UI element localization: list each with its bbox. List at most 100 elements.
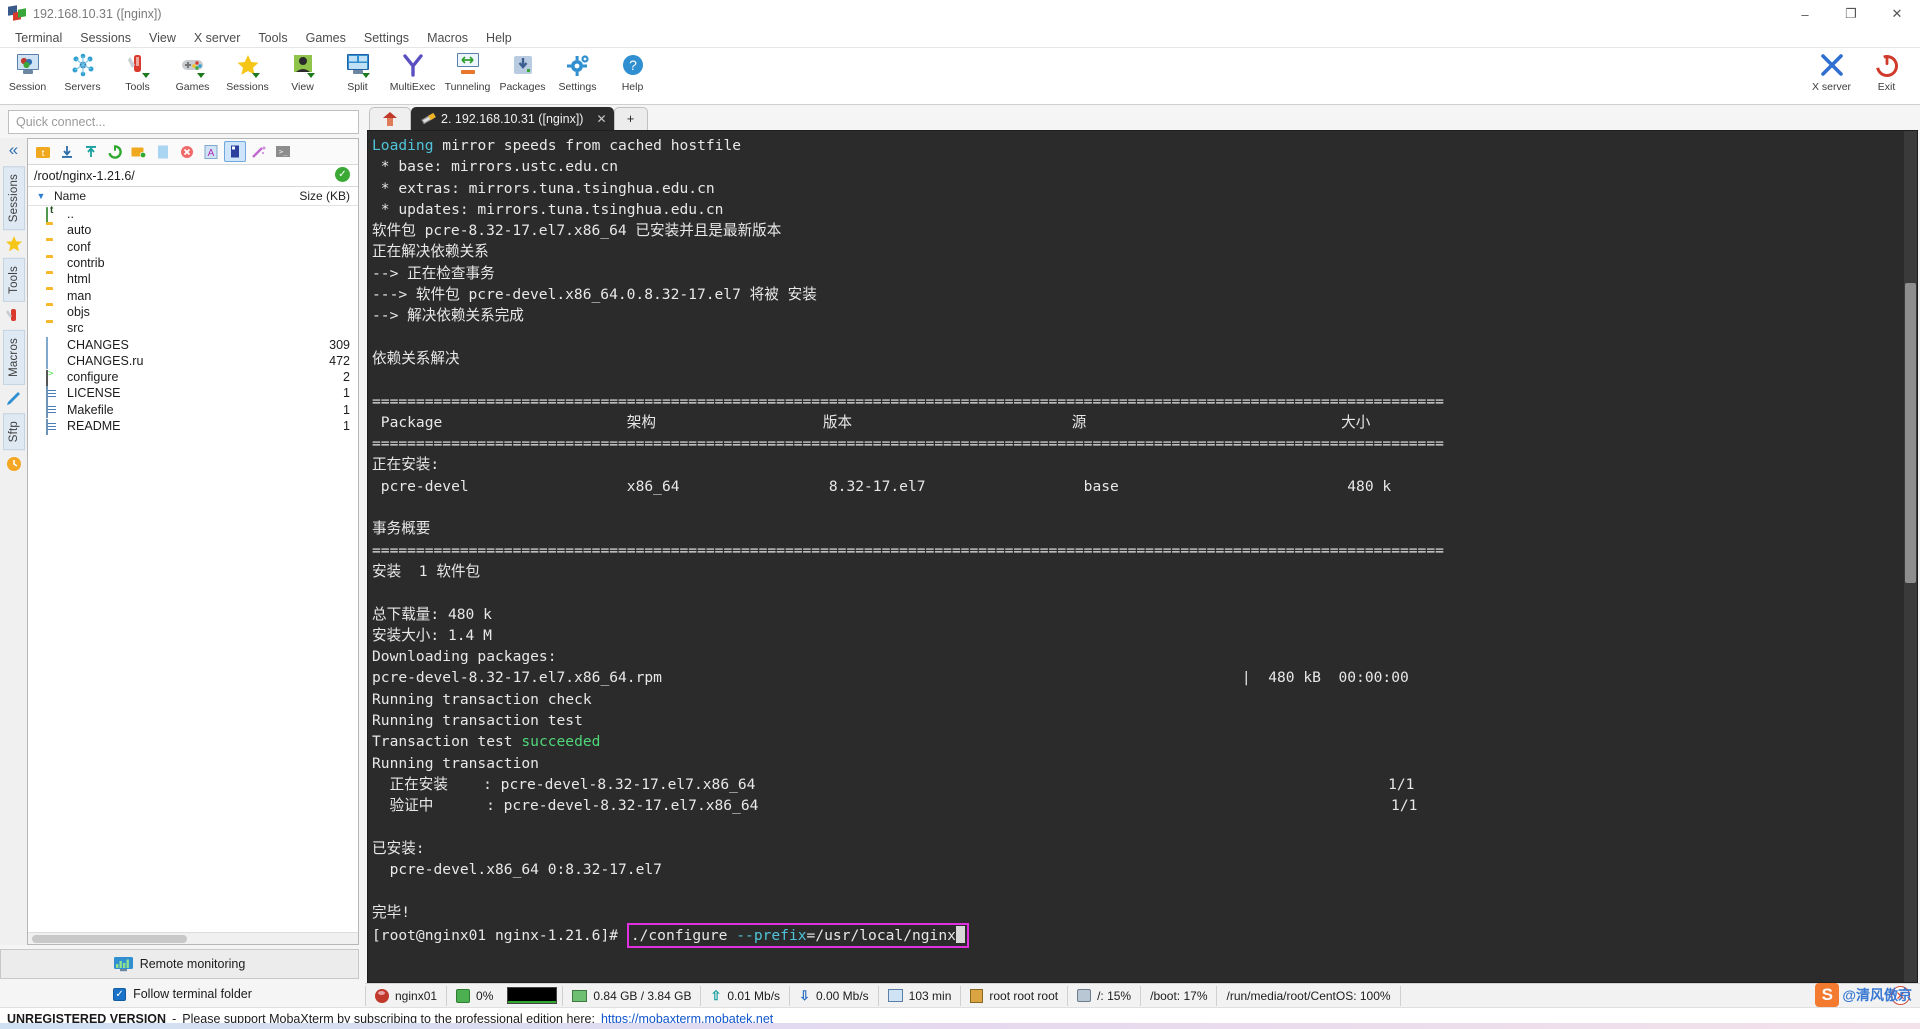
column-name[interactable]: Name [54,189,292,203]
status-host[interactable]: nginx01 [366,985,446,1007]
remote-monitoring-button[interactable]: Remote monitoring [0,949,359,979]
menu-macros[interactable]: Macros [418,30,477,46]
toolbar-right-group: X server Exit [1804,50,1914,93]
toolbar-exit-button[interactable]: Exit [1859,50,1914,93]
new-folder-icon[interactable] [128,141,150,162]
menu-tools[interactable]: Tools [249,30,296,46]
list-item[interactable]: Makefile 1 [28,402,358,419]
terminal-icon[interactable]: >_ [272,141,294,162]
list-item[interactable]: .. [28,206,358,223]
refresh-icon[interactable] [104,141,126,162]
status-uptime[interactable]: 103 min [879,985,961,1007]
file-list-hscrollbar[interactable] [28,932,358,944]
list-item[interactable]: LICENSE 1 [28,385,358,402]
new-tab-button[interactable]: + [613,107,648,130]
status-disk-media[interactable]: /run/media/root/CentOS: 100% [1217,985,1399,1007]
sftp-path-bar[interactable]: /root/nginx-1.21.6/ ✓ [28,165,358,187]
follow-terminal-checkbox[interactable]: ✓ [113,987,127,1001]
rename-icon[interactable]: A [200,141,222,162]
upload-icon[interactable] [80,141,102,162]
toolbar-packages-button[interactable]: Packages [495,50,550,93]
list-item[interactable]: README 1 [28,418,358,435]
file-list-header: ▼ Name Size (KB) [28,187,358,206]
toolbar-games-button[interactable]: Games [165,50,220,93]
toolbar-multiexec-button[interactable]: MultiExec [385,50,440,93]
sidebar-item-sftp[interactable]: Sftp [2,413,25,451]
status-cpu[interactable]: 0% [447,985,502,1007]
toolbar-servers-button[interactable]: Servers [55,50,110,93]
edit-magic-icon[interactable] [248,141,270,162]
status-download[interactable]: ⇩ 0.00 Mb/s [790,985,878,1007]
menu-games[interactable]: Games [297,30,355,46]
star-icon[interactable] [5,235,23,253]
status-user[interactable]: root root root [961,985,1067,1007]
toolbar-label: View [291,81,314,93]
status-disk-boot[interactable]: /boot: 17% [1141,985,1216,1007]
file-list[interactable]: .. auto conf contrib html man objs src C… [28,206,358,932]
list-item[interactable]: CHANGES 309 [28,336,358,354]
collapse-sidebar-icon[interactable]: « [9,140,18,160]
sidebar-item-sessions[interactable]: Sessions [2,166,25,231]
new-file-icon[interactable] [152,141,174,162]
maximize-button[interactable]: ❐ [1828,0,1874,28]
follow-terminal-folder-row[interactable]: ✓ Follow terminal folder [0,981,365,1007]
status-upload[interactable]: ⇧ 0.01 Mb/s [701,985,789,1007]
menu-help[interactable]: Help [477,30,521,46]
status-memory[interactable]: 0.84 GB / 3.84 GB [563,985,700,1007]
text-view-icon[interactable] [224,141,246,162]
terminal-scrollbar[interactable] [1904,131,1917,982]
shell-script-icon [46,369,62,386]
toolbar-label: Settings [558,81,597,93]
menu-sessions[interactable]: Sessions [71,30,140,46]
pen-icon[interactable] [5,390,23,408]
list-item[interactable]: man [28,287,358,303]
menu-settings[interactable]: Settings [355,30,418,46]
list-item[interactable]: conf [28,239,358,255]
list-item[interactable]: html [28,271,358,287]
tab-close-icon[interactable]: ✕ [596,112,606,126]
toolbar-split-button[interactable]: Split [330,50,385,93]
status-close-icon[interactable]: ✕ [1891,986,1910,1005]
list-item[interactable]: CHANGES.ru 472 [28,353,358,370]
sort-caret-icon[interactable]: ▼ [28,191,54,201]
list-item[interactable]: auto [28,222,358,238]
list-item[interactable]: configure 2 [28,369,358,386]
minimize-button[interactable]: – [1782,0,1828,28]
up-folder-icon[interactable]: t [32,141,54,162]
highlighted-command[interactable]: ./configure --prefix=/usr/local/nginx [626,922,969,949]
tab-session-nginx[interactable]: 2. 192.168.10.31 ([nginx]) ✕ [411,107,614,130]
terminal-output[interactable]: Loading mirror speeds from cached hostfi… [368,131,1904,982]
swiss-knife-icon[interactable] [5,307,23,325]
list-item[interactable]: src [28,320,358,336]
terminal-line: ========================================… [372,435,1444,453]
toolbar-tunneling-button[interactable]: Tunneling [440,50,495,93]
clock-icon[interactable] [5,455,23,473]
sidebar-item-tools[interactable]: Tools [2,258,25,303]
terminal-line: ---> 软件包 pcre-devel.x86_64.0.8.32-17.el7… [372,286,817,304]
quick-connect-input[interactable]: Quick connect... [8,110,359,134]
list-item[interactable]: contrib [28,255,358,271]
menu-terminal[interactable]: Terminal [6,30,71,46]
toolbar-x-server-button[interactable]: X server [1804,50,1859,93]
toolbar-view-button[interactable]: View [275,50,330,93]
close-button[interactable]: ✕ [1874,0,1920,28]
terminal-line: * base: mirrors.ustc.edu.cn [372,158,619,176]
menu-x-server[interactable]: X server [185,30,250,46]
status-disk-root[interactable]: /: 15% [1068,985,1140,1007]
toolbar-tools-button[interactable]: Tools [110,50,165,93]
document-icon [46,353,62,370]
download-icon[interactable] [56,141,78,162]
toolbar-session-button[interactable]: Session [0,50,55,93]
delete-icon[interactable] [176,141,198,162]
column-size[interactable]: Size (KB) [292,189,358,203]
menu-view[interactable]: View [140,30,185,46]
toolbar-help-button[interactable]: ? Help [605,50,660,93]
tab-home[interactable] [369,107,411,130]
terminal-prompt-line[interactable]: [root@nginx01 nginx-1.21.6]# ./configure… [372,922,1904,949]
toolbar-sessions-button[interactable]: Sessions [220,50,275,93]
toolbar-settings-button[interactable]: Settings [550,50,605,93]
sidebar-item-macros[interactable]: Macros [2,330,25,386]
list-item[interactable]: objs [28,304,358,320]
